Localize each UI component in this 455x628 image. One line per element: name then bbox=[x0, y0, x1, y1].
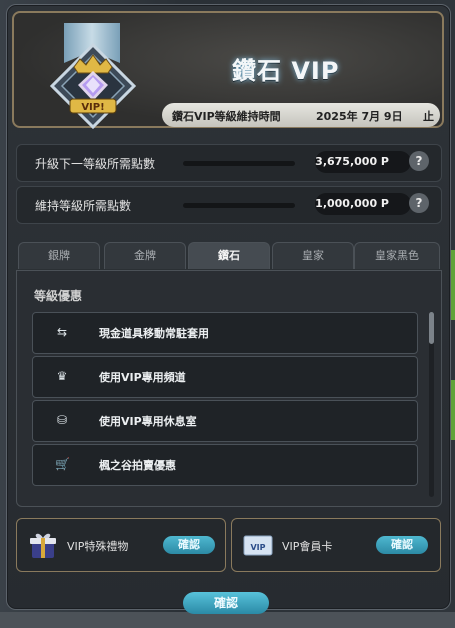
maintain-points-bar bbox=[183, 203, 295, 208]
svg-text:VIP: VIP bbox=[250, 543, 265, 552]
lounge-chair-icon: ⛁ bbox=[56, 413, 68, 427]
period-label: 鑽石VIP等級維持時間 bbox=[172, 110, 281, 123]
gift-confirm-button[interactable]: 確認 bbox=[163, 536, 215, 554]
tier-tabs: 銀牌 金牌 鑽石 皇家 皇家黑色 bbox=[18, 242, 440, 270]
upgrade-points-row: 升級下一等級所需點數 3,675,000 P ? bbox=[16, 144, 442, 182]
crown-icon: ♛ bbox=[56, 369, 68, 383]
maintain-points-label: 維持等級所需點數 bbox=[35, 199, 132, 213]
tab-royal-black[interactable]: 皇家黑色 bbox=[354, 242, 440, 269]
period-date: 2025年 7月 9日 bbox=[316, 110, 403, 123]
period-suffix: 止 bbox=[423, 110, 434, 123]
benefit-label: 使用VIP專用休息室 bbox=[99, 415, 197, 428]
vip-period: 鑽石VIP等級維持時間 2025年 7月 9日 止 bbox=[162, 103, 440, 127]
tab-silver[interactable]: 銀牌 bbox=[18, 242, 100, 269]
vip-header: VIP! 鑽石 VIP 鑽石VIP等級維持時間 2025年 7月 9日 止 bbox=[12, 11, 444, 129]
tab-gold[interactable]: 金牌 bbox=[104, 242, 186, 269]
scrollbar-thumb[interactable] bbox=[429, 312, 434, 344]
help-icon[interactable]: ? bbox=[409, 193, 429, 213]
vip-gift-card: VIP特殊禮物 確認 bbox=[16, 518, 226, 572]
benefit-item: 🛒 楓之谷拍賣優惠 bbox=[32, 444, 418, 486]
upgrade-points-label: 升級下一等級所需點數 bbox=[35, 157, 156, 171]
page-title: 鑽石 VIP bbox=[232, 57, 340, 85]
badge-text: VIP! bbox=[81, 102, 104, 113]
upgrade-points-bar bbox=[183, 161, 295, 166]
tab-diamond[interactable]: 鑽石 bbox=[188, 242, 270, 269]
vip-card-icon: VIP bbox=[243, 535, 273, 556]
tab-royal[interactable]: 皇家 bbox=[272, 242, 354, 269]
diamond-vip-badge-icon: VIP! bbox=[50, 43, 136, 129]
help-icon[interactable]: ? bbox=[409, 151, 429, 171]
upgrade-points-value: 3,675,000 P bbox=[315, 151, 411, 173]
card-confirm-button[interactable]: 確認 bbox=[376, 536, 428, 554]
maintain-points-row: 維持等級所需點數 1,000,000 P ? bbox=[16, 186, 442, 224]
vip-member-card: VIP VIP會員卡 確認 bbox=[231, 518, 441, 572]
benefit-label: 楓之谷拍賣優惠 bbox=[99, 459, 176, 472]
benefit-item: ⛁ 使用VIP專用休息室 bbox=[32, 400, 418, 442]
benefits-scrollbar[interactable] bbox=[429, 312, 434, 497]
reward-label: VIP特殊禮物 bbox=[67, 540, 129, 553]
benefits-title: 等級優惠 bbox=[34, 289, 83, 303]
benefit-item: ♛ 使用VIP專用頻道 bbox=[32, 356, 418, 398]
reward-label: VIP會員卡 bbox=[282, 540, 333, 553]
benefit-label: 使用VIP專用頻道 bbox=[99, 371, 186, 384]
maintain-points-value: 1,000,000 P bbox=[315, 193, 411, 215]
confirm-button[interactable]: 確認 bbox=[183, 592, 269, 614]
gift-box-icon bbox=[30, 533, 56, 558]
benefit-label: 現金道具移動常駐套用 bbox=[99, 327, 209, 340]
swap-arrows-icon: ⇆ bbox=[56, 325, 68, 339]
cart-icon: 🛒 bbox=[55, 457, 70, 471]
background-footer bbox=[0, 612, 455, 628]
benefit-item: ⇆ 現金道具移動常駐套用 bbox=[32, 312, 418, 354]
